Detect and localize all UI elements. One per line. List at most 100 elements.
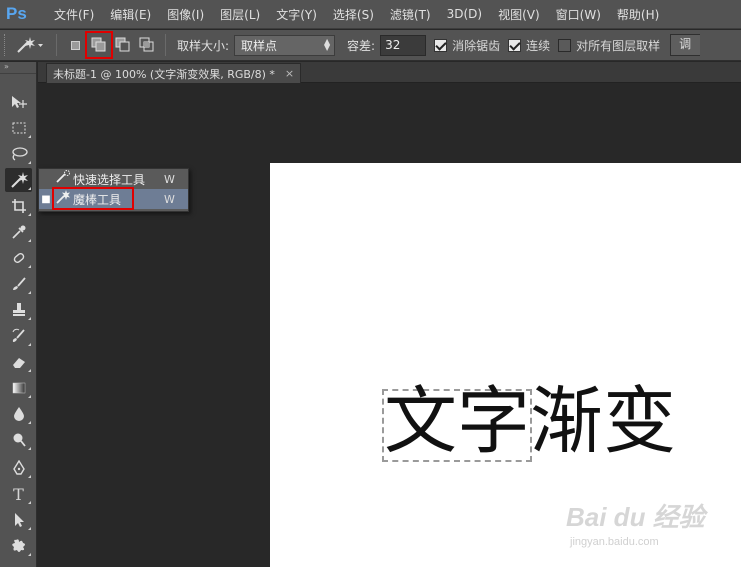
intersect-with-selection-button[interactable] <box>137 35 157 55</box>
menu-file[interactable]: 文件(F) <box>46 6 102 23</box>
photoshop-logo: Ps <box>6 4 27 23</box>
move-tool[interactable] <box>5 90 32 114</box>
menu-select[interactable]: 选择(S) <box>325 6 382 23</box>
canvas-text-layer: 文字渐变 <box>382 379 676 464</box>
eraser-icon <box>12 358 25 368</box>
subtract-from-selection-button[interactable] <box>113 35 133 55</box>
document-canvas[interactable]: 文字渐变 Bai du 经验 jingyan.baidu.com <box>270 163 741 567</box>
tolerance-label: 容差: <box>347 38 376 53</box>
menu-window[interactable]: 窗口(W) <box>548 6 609 23</box>
clone-stamp-tool[interactable] <box>5 298 32 322</box>
magic-wand-icon <box>17 37 43 53</box>
antialias-label: 消除锯齿 <box>452 38 501 53</box>
workspace: 文字渐变 Bai du 经验 jingyan.baidu.com <box>38 83 741 567</box>
magic-wand-icon <box>53 190 73 208</box>
menu-bar: Ps 文件(F) 编辑(E) 图像(I) 图层(L) 文字(Y) 选择(S) 滤… <box>0 0 741 29</box>
lasso-icon <box>11 147 28 161</box>
marquee-icon <box>12 122 25 134</box>
tools-panel: » T <box>0 62 37 567</box>
watermark-logo-text: Bai du 经验 <box>566 502 705 532</box>
flyout-item-shortcut: W <box>164 192 175 206</box>
move-icon <box>11 96 27 108</box>
healing-brush-tool[interactable] <box>5 246 32 270</box>
menu-3d[interactable]: 3D(D) <box>439 7 490 21</box>
menu-type[interactable]: 文字(Y) <box>268 6 325 23</box>
menu-help[interactable]: 帮助(H) <box>609 6 667 23</box>
document-tab-title: 未标题-1 @ 100% (文字渐变效果, RGB/8) * <box>53 67 275 81</box>
contiguous-label: 连续 <box>526 38 551 53</box>
flyout-item-quick-selection[interactable]: 快速选择工具 W <box>39 169 188 189</box>
dropdown-arrows-icon: ▲ ▼ <box>323 37 331 52</box>
flyout-item-label: 快速选择工具 <box>73 172 146 187</box>
subtract-from-selection-icon <box>115 37 130 52</box>
toolbar-collapse-button[interactable]: » <box>0 62 36 74</box>
sample-size-value: 取样点 <box>241 38 278 53</box>
shape-icon <box>11 539 25 552</box>
flyout-item-magic-wand[interactable]: ■ 魔棒工具 W <box>39 189 188 209</box>
gradient-tool[interactable] <box>5 376 32 400</box>
options-bar: 取样大小: 取样点 ▲▼ 容差: 消除锯齿 连续 对所有图层取样 调 <box>0 30 741 61</box>
type-tool[interactable]: T <box>5 482 32 506</box>
marquee-tool[interactable] <box>5 116 32 140</box>
checkbox-checked-icon <box>434 38 448 52</box>
tolerance-input[interactable] <box>380 34 427 56</box>
magic-wand-icon <box>10 172 28 188</box>
history-brush-tool[interactable] <box>5 324 32 348</box>
unselected-text: 渐变 <box>530 379 676 464</box>
eyedropper-icon <box>11 225 25 239</box>
intersect-with-selection-icon <box>139 37 154 52</box>
contiguous-checkbox[interactable]: 连续 <box>508 37 550 54</box>
clone-stamp-icon <box>12 303 25 316</box>
pen-tool[interactable] <box>5 456 32 480</box>
path-selection-icon <box>14 513 24 527</box>
add-to-selection-button[interactable] <box>85 31 113 59</box>
dodge-tool[interactable] <box>5 428 32 452</box>
tool-preset-picker[interactable] <box>8 33 50 57</box>
brush-icon <box>12 277 26 290</box>
refine-edge-button[interactable]: 调 <box>670 34 701 56</box>
selected-text: 文字 <box>382 379 532 464</box>
menu-filter[interactable]: 滤镜(T) <box>382 6 439 23</box>
close-tab-icon[interactable]: × <box>285 67 294 80</box>
new-selection-button[interactable] <box>65 35 85 55</box>
menu-view[interactable]: 视图(V) <box>490 6 548 23</box>
blur-icon <box>13 407 24 421</box>
dodge-icon <box>13 433 26 447</box>
quick-selection-icon <box>53 170 73 188</box>
document-tab-bar: 未标题-1 @ 100% (文字渐变效果, RGB/8) * × <box>38 62 741 83</box>
menu-image[interactable]: 图像(I) <box>159 6 212 23</box>
antialias-checkbox[interactable]: 消除锯齿 <box>434 37 500 54</box>
brush-tool[interactable] <box>5 272 32 296</box>
options-separator <box>165 34 166 56</box>
new-selection-icon <box>70 40 80 50</box>
blur-tool[interactable] <box>5 402 32 426</box>
sample-size-dropdown[interactable]: 取样点 ▲ ▼ <box>234 34 336 56</box>
flyout-item-label: 魔棒工具 <box>73 192 122 207</box>
crop-icon <box>11 199 26 213</box>
checkbox-unchecked-icon <box>558 38 572 52</box>
shape-tool[interactable] <box>5 534 32 558</box>
menu-edit[interactable]: 编辑(E) <box>102 6 159 23</box>
magic-wand-tool[interactable] <box>5 168 32 192</box>
current-tool-marker: ■ <box>41 193 51 205</box>
sample-all-layers-checkbox[interactable]: 对所有图层取样 <box>558 37 660 54</box>
add-to-selection-icon <box>91 37 106 52</box>
sample-size-label: 取样大小: <box>177 38 230 53</box>
type-icon: T <box>13 484 24 504</box>
checkbox-checked-icon <box>508 38 522 52</box>
eraser-tool[interactable] <box>5 350 32 374</box>
options-separator <box>56 34 57 56</box>
tool-flyout-menu: 快速选择工具 W ■ 魔棒工具 W <box>38 168 189 212</box>
healing-brush-icon <box>13 253 24 263</box>
path-selection-tool[interactable] <box>5 508 32 532</box>
sample-all-layers-label: 对所有图层取样 <box>576 38 661 53</box>
gradient-icon <box>12 382 25 394</box>
menu-layer[interactable]: 图层(L) <box>212 6 268 23</box>
history-brush-icon <box>12 328 25 342</box>
lasso-tool[interactable] <box>5 142 32 166</box>
crop-tool[interactable] <box>5 194 32 218</box>
eyedropper-tool[interactable] <box>5 220 32 244</box>
watermark-url: jingyan.baidu.com <box>570 536 659 548</box>
baidu-watermark: Bai du 经验 jingyan.baidu.com <box>566 497 736 557</box>
document-tab[interactable]: 未标题-1 @ 100% (文字渐变效果, RGB/8) * × <box>46 63 302 83</box>
